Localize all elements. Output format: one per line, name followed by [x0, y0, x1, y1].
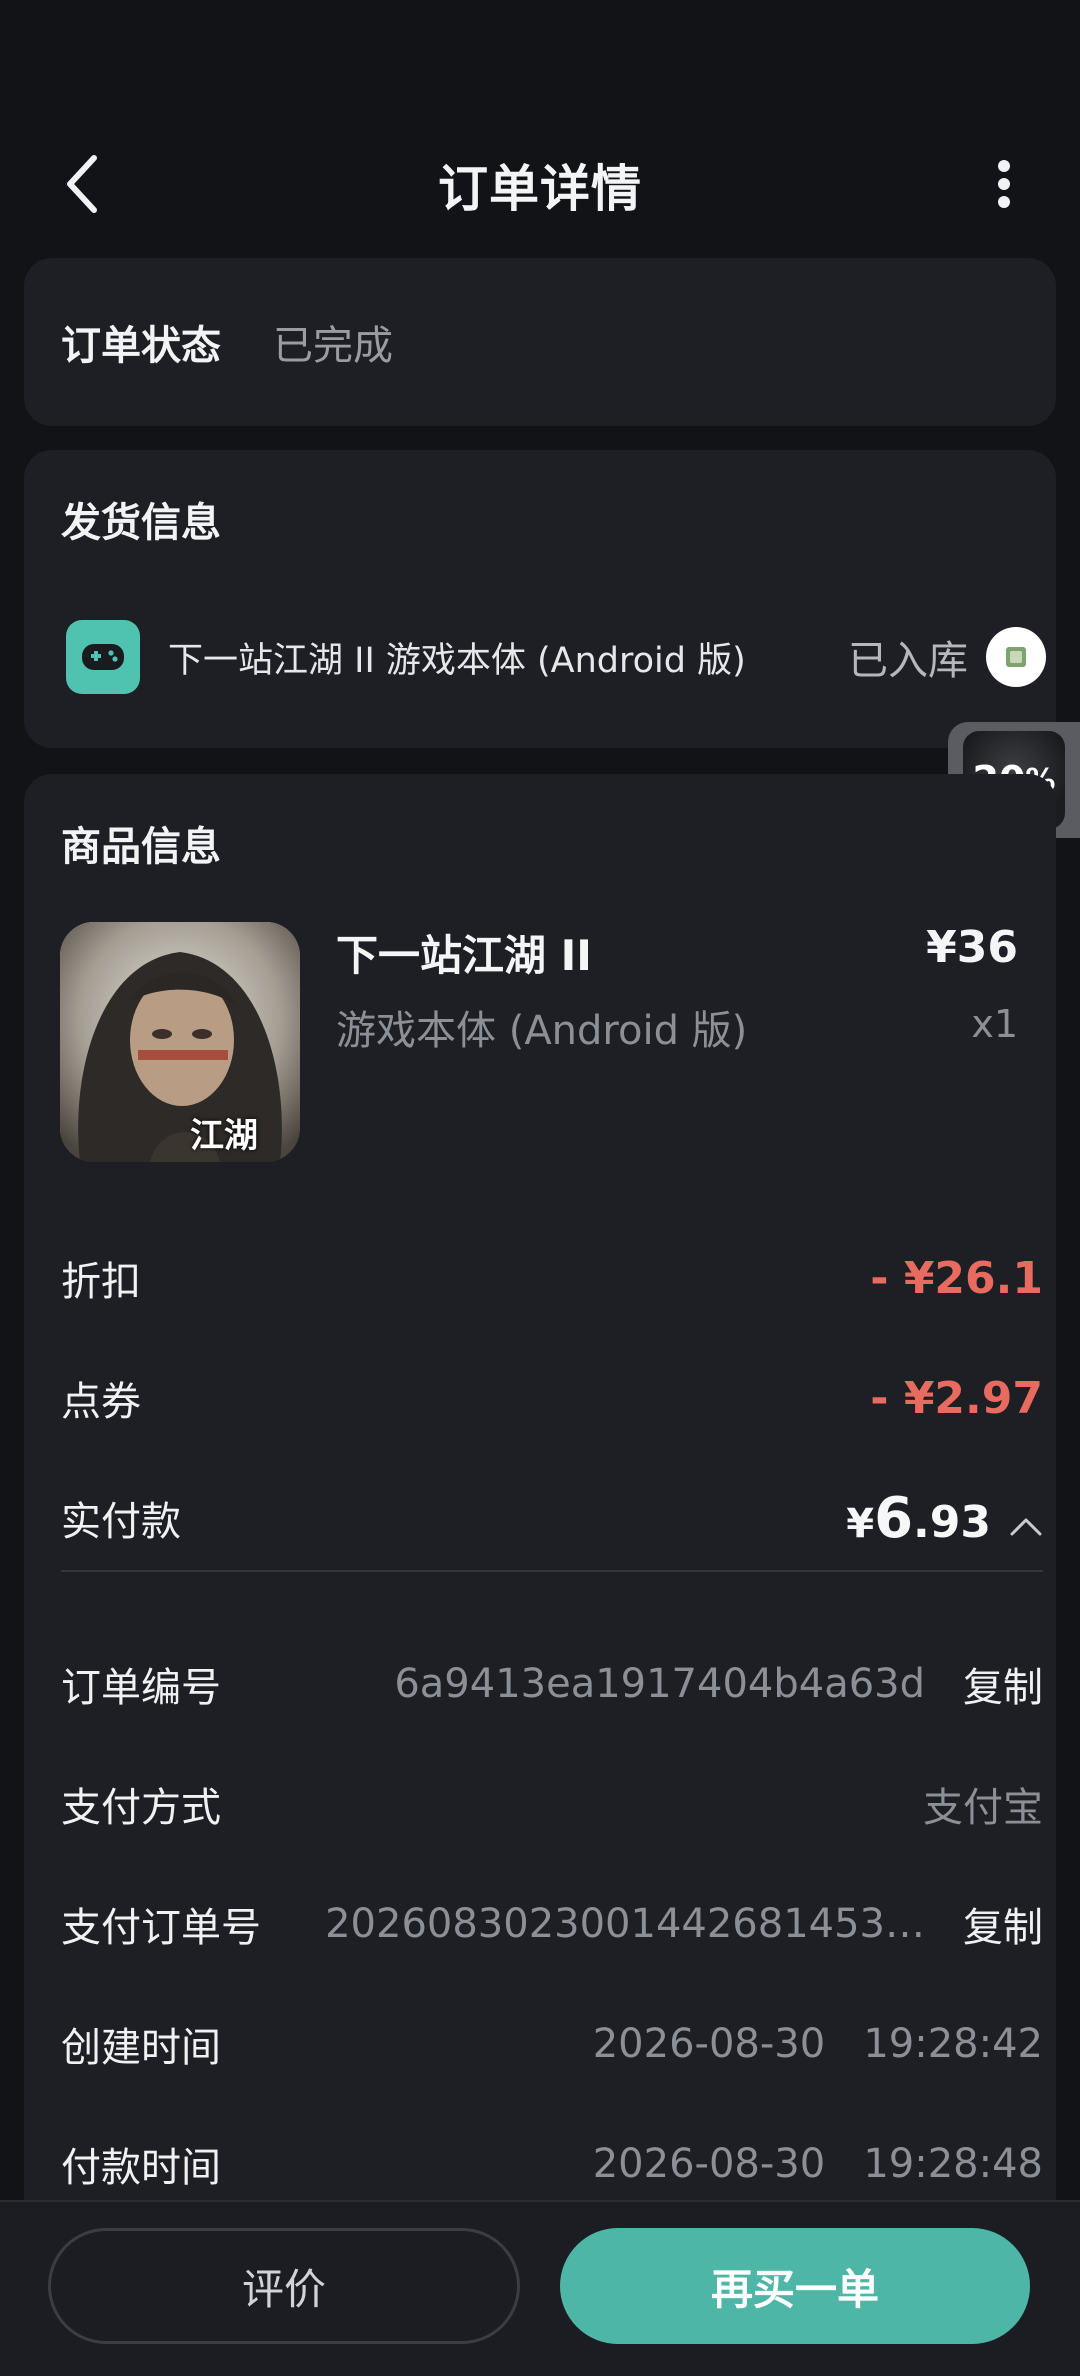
paid-amount-label: 实付款 — [61, 1499, 181, 1545]
order-status-value: 已完成 — [273, 323, 393, 369]
paid-amount-row[interactable]: 实付款 ¥ 6 .93 — [61, 1486, 1043, 1551]
copy-payment-order-button[interactable]: 复制 — [963, 1895, 1043, 1953]
product-section-title: 商品信息 — [61, 824, 221, 870]
paid-time-row: 付款时间 2026-08-30 19:28:48 — [61, 2134, 1043, 2194]
shipping-item-status: 已入库 — [848, 638, 968, 684]
product-variant: 游戏本体 (Android 版) — [336, 1008, 748, 1054]
product-price: ¥36 — [926, 922, 1018, 973]
product-name: 下一站江湖 II — [336, 931, 592, 980]
paid-decimal: .93 — [913, 1496, 991, 1548]
created-time-row: 创建时间 2026-08-30 19:28:42 — [61, 2014, 1043, 2074]
shipping-info-card: 发货信息 下一站江湖 II 游戏本体 (Android 版) 已入库 — [24, 450, 1056, 748]
copy-order-number-button[interactable]: 复制 — [963, 1655, 1043, 1713]
payment-order-label: 支付订单号 — [61, 1905, 261, 1951]
warrior-portrait-icon — [60, 922, 300, 1162]
shipping-item-row[interactable]: 下一站江湖 II 游戏本体 (Android 版) 已入库 — [66, 618, 1046, 696]
payment-order-value: 2026083023001442681453… — [325, 1901, 925, 1947]
order-status-card: 订单状态 已完成 — [24, 258, 1056, 426]
order-number-value: 6a9413ea1917404b4a63d — [394, 1661, 925, 1707]
payment-order-row: 支付订单号 2026083023001442681453… 复制 — [61, 1894, 1043, 1954]
shipping-item-name: 下一站江湖 II 游戏本体 (Android 版) — [168, 640, 746, 681]
discount-label: 折扣 — [61, 1259, 141, 1305]
review-button[interactable]: 评价 — [48, 2228, 520, 2344]
back-button[interactable] — [50, 152, 114, 216]
product-info-card: 商品信息 江湖 下一站江湖 II 游戏本体 (Android 版) ¥36 x1… — [24, 774, 1056, 2376]
order-number-label: 订单编号 — [61, 1665, 221, 1711]
paid-time-label: 付款时间 — [61, 2145, 221, 2191]
chevron-left-icon — [67, 155, 97, 213]
paid-currency: ¥ — [846, 1500, 875, 1547]
paid-integer: 6 — [874, 1485, 914, 1551]
section-divider — [61, 1570, 1043, 1572]
product-cover-image[interactable]: 江湖 — [60, 922, 300, 1162]
page-title: 订单详情 — [438, 160, 642, 218]
paid-time-value: 2026-08-30 19:28:48 — [592, 2141, 1043, 2187]
coupon-value: - ¥2.97 — [870, 1372, 1043, 1424]
payment-method-label: 支付方式 — [61, 1785, 221, 1831]
more-vertical-icon — [998, 160, 1010, 208]
bottom-action-bar: 评价 再买一单 — [0, 2200, 1080, 2376]
gamepad-icon — [66, 620, 140, 694]
coupon-label: 点券 — [61, 1379, 141, 1425]
paid-amount-value: ¥ 6 .93 — [846, 1486, 1043, 1551]
created-time-label: 创建时间 — [61, 2025, 221, 2071]
rebuy-button[interactable]: 再买一单 — [560, 2228, 1030, 2344]
created-time-value: 2026-08-30 19:28:42 — [592, 2021, 1043, 2067]
order-detail-page: 订单详情 订单状态 已完成 发货信息 下一站江湖 II 游戏本体 (Androi… — [0, 0, 1080, 2376]
more-button[interactable] — [972, 152, 1036, 216]
shipping-section-title: 发货信息 — [61, 500, 221, 546]
coupon-row: 点券 - ¥2.97 — [61, 1368, 1043, 1428]
header-bar: 订单详情 — [0, 130, 1080, 240]
discount-row: 折扣 - ¥26.1 — [61, 1248, 1043, 1308]
order-status-row: 订单状态 已完成 — [61, 258, 393, 426]
order-status-label: 订单状态 — [61, 323, 221, 369]
payment-method-value: 支付宝 — [923, 1785, 1043, 1831]
chevron-up-icon[interactable] — [1009, 1515, 1043, 1537]
order-number-row: 订单编号 6a9413ea1917404b4a63d 复制 — [61, 1654, 1043, 1714]
cover-title-text: 江湖 — [190, 1116, 258, 1156]
game-thumbnail-icon — [1006, 647, 1026, 667]
discount-value: - ¥26.1 — [870, 1252, 1043, 1304]
product-quantity: x1 — [971, 1002, 1018, 1046]
payment-method-row: 支付方式 支付宝 — [61, 1774, 1043, 1834]
game-thumbnail-avatar[interactable] — [986, 627, 1046, 687]
